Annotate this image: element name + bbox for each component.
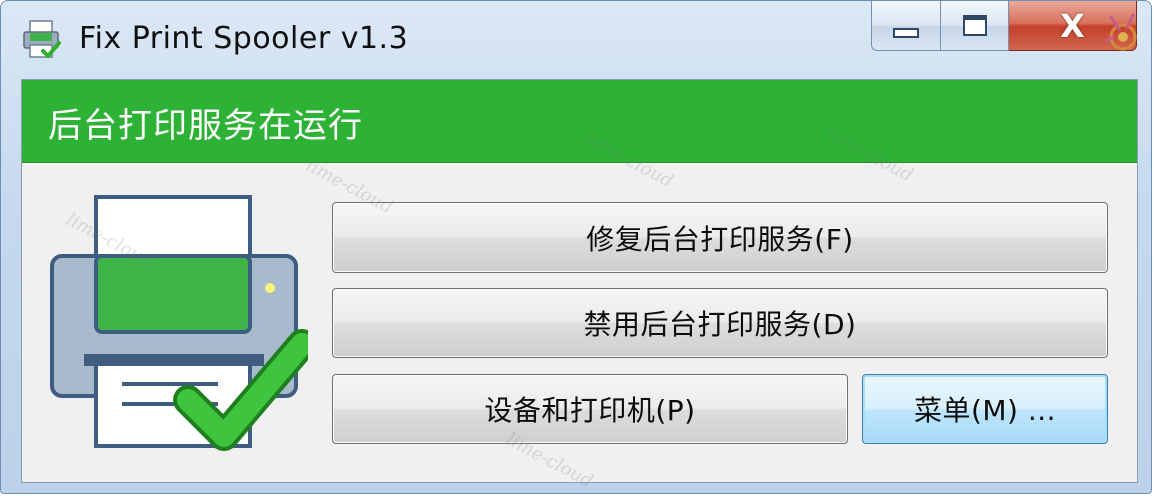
app-window: Fix Print Spooler v1.3 X 后台打印服务在运行 修复后台打… bbox=[0, 0, 1152, 494]
window-controls: X bbox=[871, 1, 1137, 53]
fix-spooler-button[interactable]: 修复后台打印服务(F) bbox=[332, 202, 1108, 273]
maximize-button[interactable] bbox=[941, 1, 1009, 51]
printer-ok-icon bbox=[50, 195, 308, 451]
window-title: Fix Print Spooler v1.3 bbox=[79, 21, 409, 56]
minimize-icon bbox=[893, 27, 919, 38]
status-text: 后台打印服务在运行 bbox=[48, 106, 363, 146]
maximize-icon bbox=[962, 15, 987, 36]
printer-check-icon bbox=[23, 20, 61, 58]
status-banner: 后台打印服务在运行 bbox=[22, 80, 1137, 163]
minimize-button[interactable] bbox=[871, 1, 941, 51]
client-area: 后台打印服务在运行 修复后台打印服务(F) 禁用后台打印服务(D) 设备和打印机… bbox=[21, 79, 1138, 492]
close-icon: X bbox=[1060, 6, 1085, 45]
menu-button[interactable]: 菜单(M) ... bbox=[862, 374, 1108, 444]
ornament-icon bbox=[1105, 13, 1137, 51]
title-bar[interactable]: Fix Print Spooler v1.3 X bbox=[1, 1, 1151, 81]
disable-spooler-button[interactable]: 禁用后台打印服务(D) bbox=[332, 288, 1108, 358]
devices-printers-button[interactable]: 设备和打印机(P) bbox=[332, 374, 848, 444]
